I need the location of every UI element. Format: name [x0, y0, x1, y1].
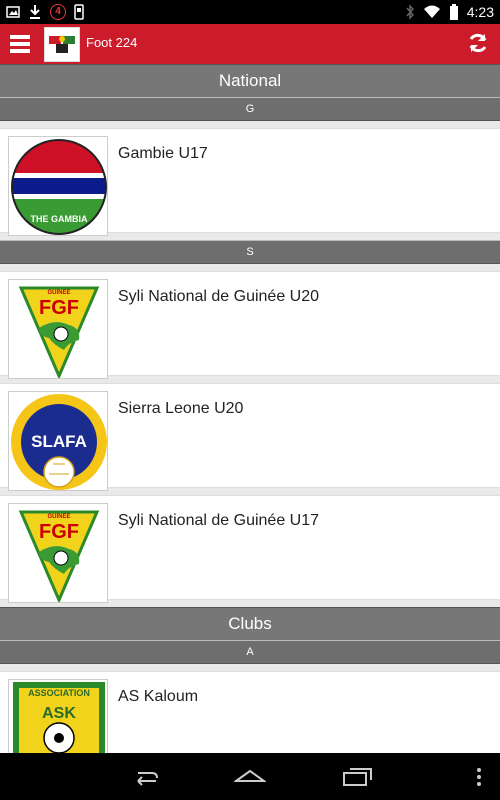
image-notification-icon: [6, 6, 20, 18]
team-logo-fgf: GUINEE FGF: [8, 279, 108, 379]
overflow-menu-icon[interactable]: [476, 767, 482, 787]
team-logo-ask: ASSOCIATION ASK: [8, 679, 108, 753]
gambia-logo-text: THE GAMBIA: [31, 214, 88, 224]
ask-top-text: ASSOCIATION: [28, 688, 90, 698]
notification-count-badge: 4: [50, 4, 66, 20]
app-bar: Foot 224: [0, 24, 500, 64]
menu-button[interactable]: [10, 32, 32, 56]
team-name: Syli National de Guinée U17: [118, 512, 320, 529]
fgf-badge: GUINEE FGF: [18, 286, 100, 378]
back-icon[interactable]: [130, 767, 160, 787]
fgf-logo-text: FGF: [39, 521, 79, 543]
team-list[interactable]: National G THE GAMBIA Gambie U17 S GUINE…: [0, 64, 500, 753]
system-nav-bar: [0, 753, 500, 800]
download-icon: [30, 5, 40, 19]
letter-header-a: A: [0, 640, 500, 664]
list-item-guinee-u20[interactable]: GUINEE FGF Syli National de Guinée U20: [0, 271, 500, 379]
slafa-badge: SLAFA: [11, 394, 107, 490]
section-header-clubs: Clubs: [0, 607, 500, 640]
slafa-logo-text: SLAFA: [31, 432, 87, 451]
letter-header-g: G: [0, 97, 500, 121]
status-bar: 4 4:23: [0, 0, 500, 24]
list-item-guinee-u17[interactable]: GUINEE FGF Syli National de Guinée U17: [0, 495, 500, 603]
team-name: AS Kaloum: [118, 688, 199, 705]
menu-icon-bar: [10, 42, 30, 46]
battery-icon: [449, 4, 458, 20]
team-logo-gambia: THE GAMBIA: [8, 136, 108, 236]
list-item-sierra-leone-u20[interactable]: SLAFA Sierra Leone U20: [0, 383, 500, 491]
fgf-top-text: GUINEE: [47, 290, 70, 296]
menu-icon-bar: [10, 49, 30, 53]
bluetooth-icon: [406, 4, 414, 20]
team-logo-fgf: GUINEE FGF: [8, 503, 108, 603]
team-name: Syli National de Guinée U20: [118, 288, 320, 305]
team-logo-slafa: SLAFA: [8, 391, 108, 491]
phone-icon: [74, 4, 84, 20]
fgf-top-text: GUINEE: [47, 514, 70, 520]
ask-badge: ASSOCIATION ASK: [13, 682, 105, 753]
app-title: Foot 224: [86, 35, 138, 50]
home-icon[interactable]: [234, 767, 266, 787]
refresh-icon[interactable]: [466, 31, 490, 55]
fgf-logo-text: FGF: [39, 297, 79, 319]
team-name: Gambie U17: [118, 145, 208, 162]
status-notifications: 4: [6, 3, 84, 21]
team-name: Sierra Leone U20: [118, 400, 244, 417]
app-logo: [44, 27, 80, 62]
fgf-badge: GUINEE FGF: [18, 510, 100, 602]
app-logo-image: [47, 32, 77, 56]
ask-logo-text: ASK: [42, 705, 76, 722]
section-header-national: National: [0, 64, 500, 97]
status-time: 4:23: [466, 4, 494, 20]
menu-icon: [10, 35, 30, 39]
gambia-flag-badge: THE GAMBIA: [11, 139, 107, 235]
recent-apps-icon[interactable]: [342, 765, 374, 787]
wifi-icon: [423, 5, 440, 18]
list-item-as-kaloum[interactable]: ASSOCIATION ASK AS Kaloum: [0, 671, 500, 753]
list-item-gambie-u17[interactable]: THE GAMBIA Gambie U17: [0, 128, 500, 236]
letter-header-s: S: [0, 240, 500, 264]
